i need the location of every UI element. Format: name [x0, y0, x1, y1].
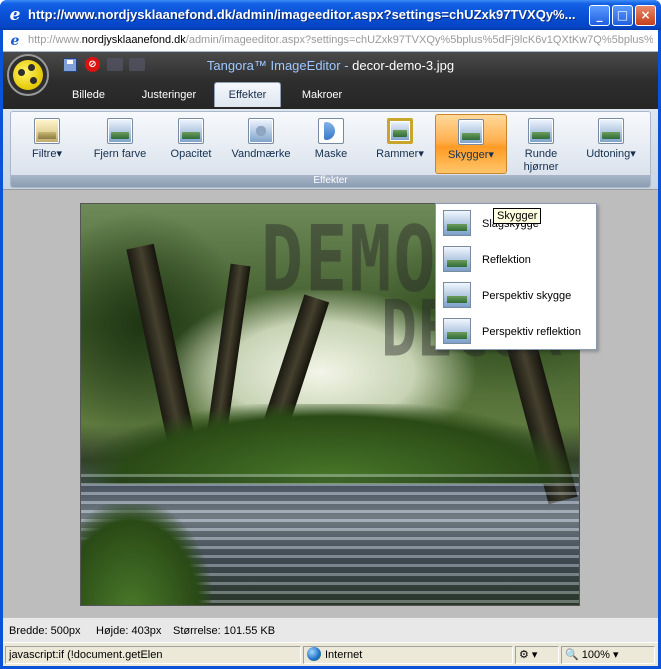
perspective-shadow-icon [443, 282, 471, 308]
tab-effekter[interactable]: Effekter [214, 82, 281, 107]
window-title: http://www.nordjysklaanefond.dk/admin/im… [28, 7, 576, 22]
tooltip: Skygger [493, 208, 542, 224]
tab-billede[interactable]: Billede [51, 84, 126, 106]
address-url[interactable]: http://www.nordjysklaanefond.dk/admin/im… [28, 34, 653, 46]
status-text: javascript:if (!document.getElen [5, 646, 301, 664]
remove-color-icon [107, 118, 133, 144]
maximize-button[interactable]: □ [612, 5, 633, 26]
runde-hjoerner-button[interactable]: Runde hjørner [511, 114, 571, 174]
title-bar[interactable]: e http://www.nordjysklaanefond.dk/admin/… [0, 0, 661, 30]
security-zone: Internet [303, 646, 513, 664]
close-button[interactable]: × [635, 5, 656, 26]
browser-client: e http://www.nordjysklaanefond.dk/admin/… [3, 30, 658, 666]
rounded-corners-icon [528, 118, 554, 144]
editor-title: Tangora™ ImageEditor - decor-demo-3.jpg [206, 58, 455, 73]
drop-shadow-icon [443, 210, 471, 236]
protected-mode[interactable]: ⚙ ▾ [515, 646, 559, 664]
menu-item-reflektion[interactable]: Reflektion [436, 242, 596, 278]
editor-header: ⊘ Tangora™ ImageEditor - decor-demo-3.jp… [3, 52, 658, 109]
reflection-icon [443, 246, 471, 272]
tab-justeringer[interactable]: Justeringer [129, 84, 209, 106]
browser-window: e http://www.nordjysklaanefond.dk/admin/… [0, 0, 661, 669]
address-bar[interactable]: e http://www.nordjysklaanefond.dk/admin/… [3, 30, 658, 52]
wrench-icon: ⚙ ▾ [519, 649, 538, 661]
udtoning-button[interactable]: Udtoning▾ [577, 114, 645, 174]
chevron-down-icon: ▾ [609, 649, 619, 661]
image-height: Højde: 403px [96, 625, 162, 637]
image-size: Størrelse: 101.55 KB [173, 625, 276, 637]
ribbon: Filtre▾ Fjern farve Opacitet Vandmærke M… [3, 109, 658, 189]
globe-icon [307, 647, 321, 661]
watermark-icon [248, 118, 274, 144]
minimize-button[interactable]: _ [589, 5, 610, 26]
ribbon-group-label: Effekter [11, 175, 650, 187]
image-width: Bredde: 500px [9, 625, 81, 637]
frames-icon [387, 118, 413, 144]
page-icon: e [10, 33, 20, 49]
shadow-icon [458, 119, 484, 145]
mask-icon [318, 118, 344, 144]
fade-icon [598, 118, 624, 144]
perspective-reflection-icon [443, 318, 471, 344]
menu-item-perspektiv-reflektion[interactable]: Perspektiv reflektion [436, 314, 596, 350]
fjern-farve-button[interactable]: Fjern farve [85, 114, 155, 174]
ie-icon: e [9, 5, 21, 25]
image-info-bar: Bredde: 500px Højde: 403px Størrelse: 10… [3, 617, 658, 642]
status-bar: javascript:if (!document.getElen Interne… [3, 642, 658, 666]
zoom-control[interactable]: 🔍 100% ▾ [561, 646, 655, 664]
zoom-icon: 🔍 [565, 649, 582, 661]
filtre-button[interactable]: Filtre▾ [17, 114, 77, 174]
skygger-dropdown: Slagskygge Reflektion Perspektiv skygge … [435, 203, 597, 350]
maske-button[interactable]: Maske [301, 114, 361, 174]
filter-icon [34, 118, 60, 144]
opacity-icon [178, 118, 204, 144]
vandmaerke-button[interactable]: Vandmærke [225, 114, 297, 174]
opacitet-button[interactable]: Opacitet [161, 114, 221, 174]
skygger-button[interactable]: Skygger▾ [435, 114, 507, 174]
riverbank-grass [81, 404, 579, 484]
rammer-button[interactable]: Rammer▾ [367, 114, 433, 174]
ribbon-group-effekter: Filtre▾ Fjern farve Opacitet Vandmærke M… [10, 111, 651, 188]
tab-makroer[interactable]: Makroer [287, 84, 357, 106]
menu-item-perspektiv-skygge[interactable]: Perspektiv skygge [436, 278, 596, 314]
foreground-ferns [81, 504, 211, 605]
